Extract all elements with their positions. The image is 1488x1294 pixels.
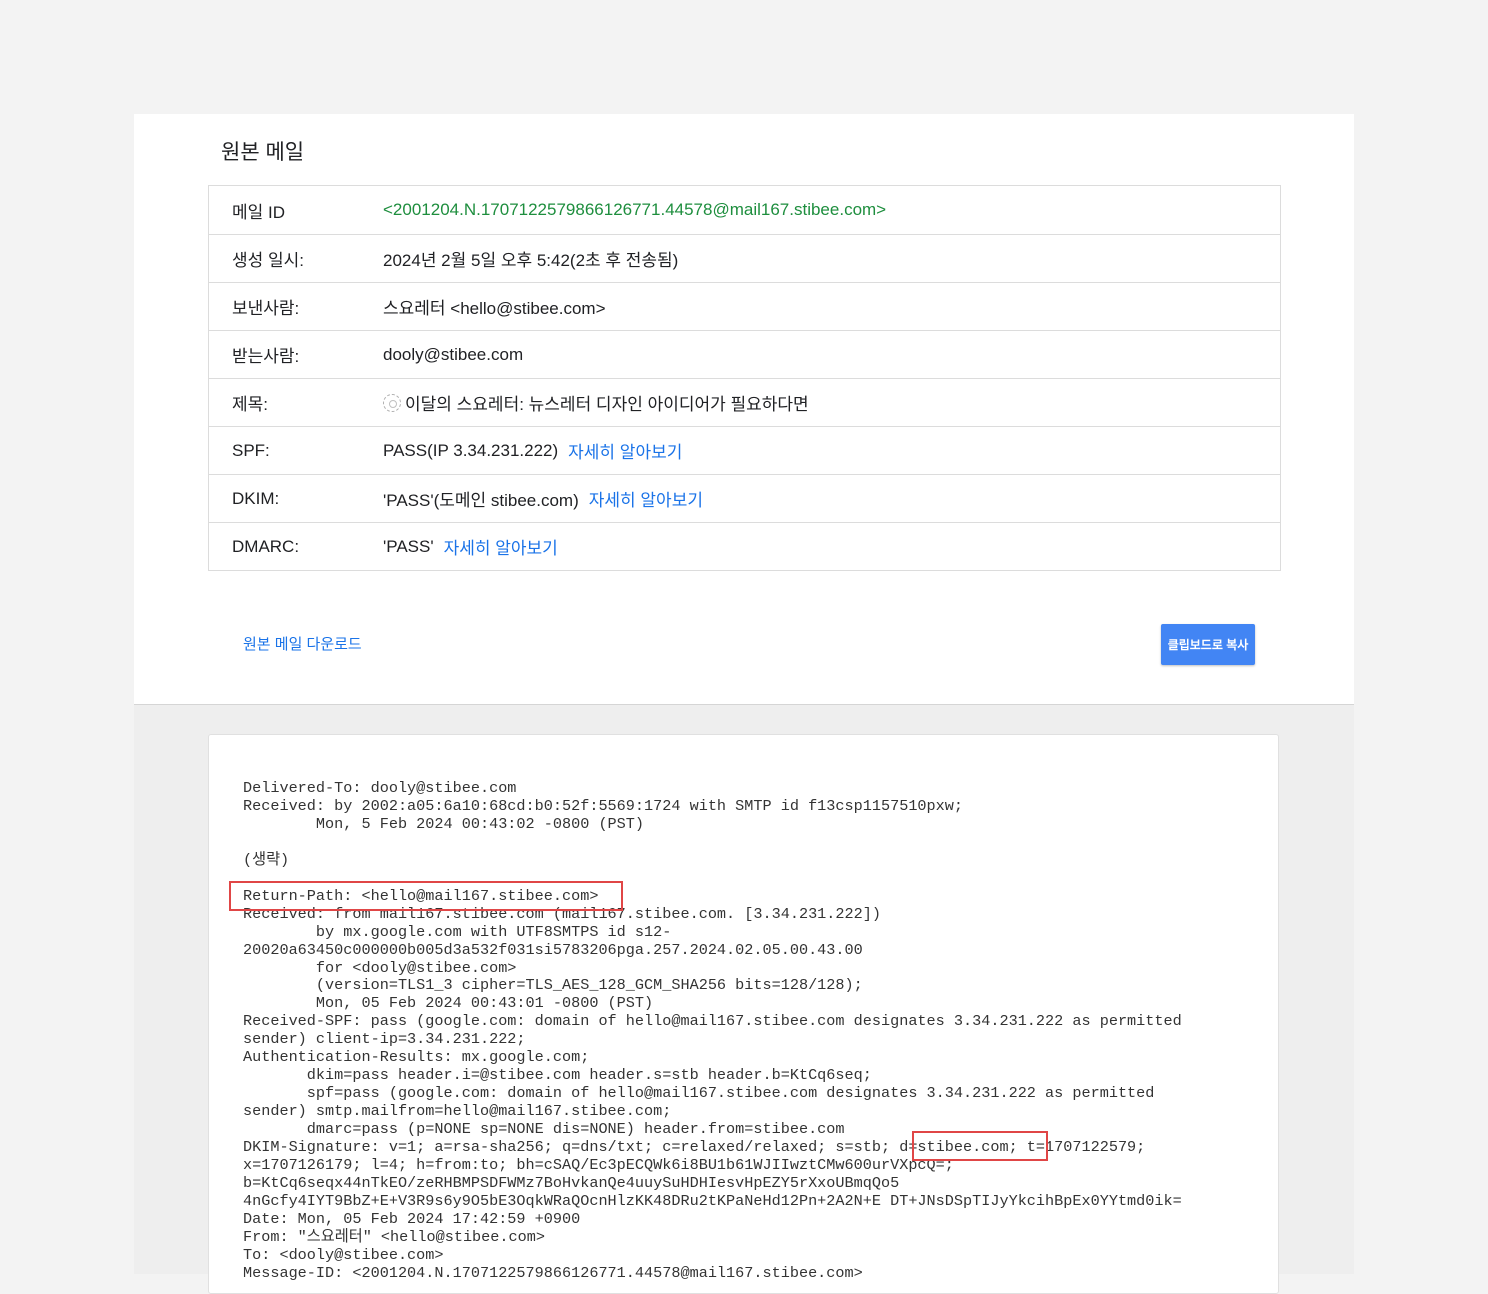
raw-headers-card: Delivered-To: dooly@stibee.com Received:… (208, 734, 1279, 1294)
info-label: 보낸사람: (232, 299, 300, 318)
subject-value-wrap: 이달의 스요레터: 뉴스레터 디자인 아이디어가 필요하다면 (383, 390, 809, 415)
info-label: 제목: (232, 395, 269, 414)
dkim-value-wrap: 'PASS'(도메인 stibee.com) 자세히 알아보기 (383, 486, 703, 511)
message-summary-card: 원본 메일 메일 ID <2001204.N.17071225798661267… (134, 114, 1354, 705)
dmarc-value-wrap: 'PASS' 자세히 알아보기 (383, 534, 558, 559)
subject-value: 이달의 스요레터: 뉴스레터 디자인 아이디어가 필요하다면 (405, 395, 809, 414)
info-label: DKIM: (232, 488, 280, 508)
info-row-to: 받는사람: dooly@stibee.com (209, 330, 1280, 378)
info-row-dmarc: DMARC: 'PASS' 자세히 알아보기 (209, 522, 1280, 570)
message-info-table: 메일 ID <2001204.N.1707122579866126771.445… (208, 185, 1281, 571)
info-row-spf: SPF: PASS(IP 3.34.231.222) 자세히 알아보기 (209, 426, 1280, 474)
spf-value: PASS(IP 3.34.231.222) (383, 440, 559, 460)
return-path-highlight (229, 881, 623, 911)
download-original-link[interactable]: 원본 메일 다운로드 (243, 633, 362, 654)
spf-learn-more-link[interactable]: 자세히 알아보기 (568, 438, 682, 463)
info-label: DMARC: (232, 536, 300, 556)
from-value: 스요레터 <hello@stibee.com> (383, 299, 606, 318)
web-icon (383, 393, 401, 412)
info-label: 메일 ID (232, 202, 286, 222)
info-label: 생성 일시: (232, 251, 305, 270)
created-value: 2024년 2월 5일 오후 5:42(2초 후 전송됨) (383, 251, 679, 270)
dmarc-value: 'PASS' (383, 536, 434, 556)
message-id-value: <2001204.N.1707122579866126771.44578@mai… (383, 200, 887, 219)
spf-value-wrap: PASS(IP 3.34.231.222) 자세히 알아보기 (383, 438, 682, 463)
copy-to-clipboard-button[interactable]: 클립보드로 복사 (1161, 624, 1255, 665)
info-row-from: 보낸사람: 스요레터 <hello@stibee.com> (209, 282, 1280, 330)
dkim-learn-more-link[interactable]: 자세히 알아보기 (589, 486, 703, 511)
info-label: 받는사람: (232, 347, 300, 366)
info-row-subject: 제목: 이달의 스요레터: 뉴스레터 디자인 아이디어가 필요하다면 (209, 378, 1280, 426)
dmarc-learn-more-link[interactable]: 자세히 알아보기 (444, 534, 558, 559)
info-row-created: 생성 일시: 2024년 2월 5일 오후 5:42(2초 후 전송됨) (209, 234, 1280, 282)
info-row-message-id: 메일 ID <2001204.N.1707122579866126771.445… (209, 186, 1280, 234)
page-title: 원본 메일 (221, 141, 305, 164)
to-value: dooly@stibee.com (383, 344, 524, 364)
dkim-value: 'PASS'(도메인 stibee.com) (383, 491, 579, 510)
info-row-dkim: DKIM: 'PASS'(도메인 stibee.com) 자세히 알아보기 (209, 474, 1280, 522)
original-message-panel: 원본 메일 메일 ID <2001204.N.17071225798661267… (134, 114, 1354, 1294)
info-label: SPF: (232, 440, 270, 460)
dkim-domain-highlight (912, 1131, 1048, 1161)
raw-headers-text[interactable]: Delivered-To: dooly@stibee.com Received:… (243, 779, 1182, 1283)
